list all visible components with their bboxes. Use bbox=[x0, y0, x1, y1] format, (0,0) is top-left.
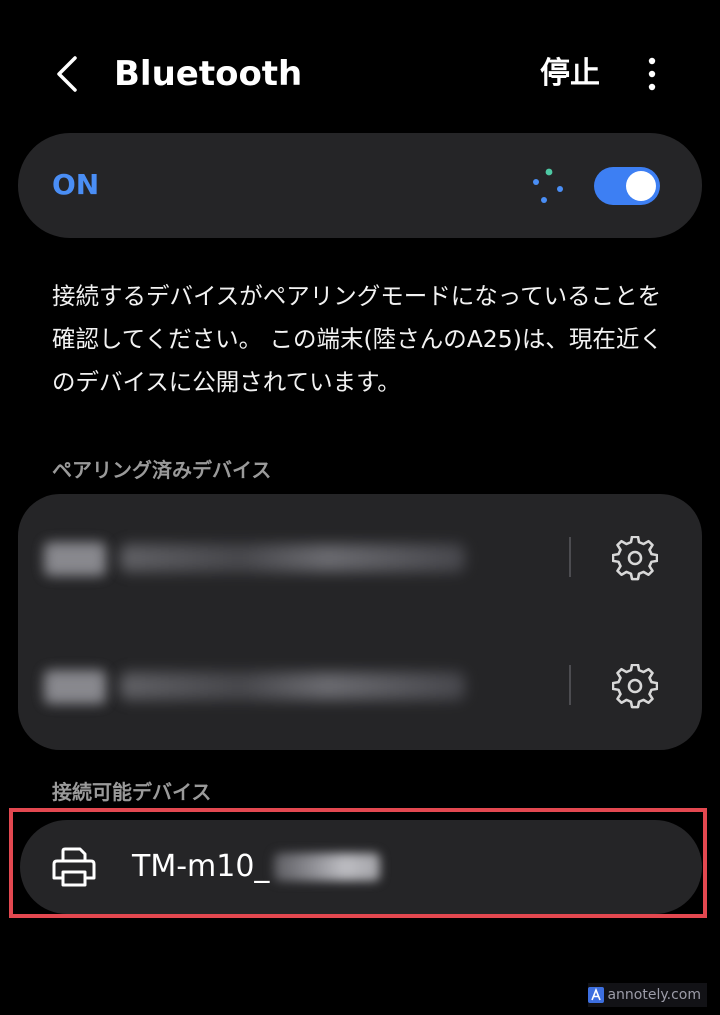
device-settings-button[interactable] bbox=[611, 535, 659, 582]
blurred-device-name bbox=[120, 672, 465, 700]
headphones-icon bbox=[44, 542, 106, 576]
bluetooth-status-label: ON bbox=[52, 168, 100, 201]
bluetooth-switch[interactable] bbox=[594, 167, 660, 205]
paired-device-row[interactable] bbox=[18, 622, 702, 750]
stop-scan-button[interactable]: 停止 bbox=[540, 50, 600, 98]
blurred-device-name bbox=[120, 544, 465, 572]
row-divider bbox=[569, 537, 571, 577]
app-header: Bluetooth 停止 bbox=[0, 0, 720, 150]
printer-icon bbox=[44, 670, 106, 704]
paired-devices-header: ペアリング済みデバイス bbox=[52, 458, 272, 482]
visibility-description: 接続するデバイスがペアリングモードになっていることを確認してください。 この端末… bbox=[52, 282, 663, 396]
more-options-button[interactable] bbox=[632, 50, 672, 98]
paired-device-row[interactable] bbox=[18, 494, 702, 622]
chevron-left-icon bbox=[57, 56, 77, 92]
more-vertical-icon bbox=[648, 57, 656, 91]
row-divider bbox=[569, 665, 571, 705]
watermark: annotely.com bbox=[588, 983, 707, 1007]
device-settings-button[interactable] bbox=[611, 663, 659, 710]
gear-icon bbox=[611, 663, 659, 709]
gear-icon bbox=[611, 535, 659, 581]
switch-knob bbox=[626, 171, 656, 201]
bluetooth-toggle-card[interactable]: ON bbox=[18, 133, 702, 238]
available-devices-header: 接続可能デバイス bbox=[52, 780, 212, 804]
annotely-logo-icon bbox=[588, 987, 605, 1003]
paired-devices-list bbox=[18, 494, 702, 750]
highlight-annotation bbox=[9, 808, 707, 918]
scanning-indicator-icon bbox=[533, 168, 563, 203]
back-button[interactable] bbox=[44, 50, 92, 98]
page-title: Bluetooth bbox=[114, 54, 303, 94]
watermark-text: annotely.com bbox=[607, 987, 701, 1003]
